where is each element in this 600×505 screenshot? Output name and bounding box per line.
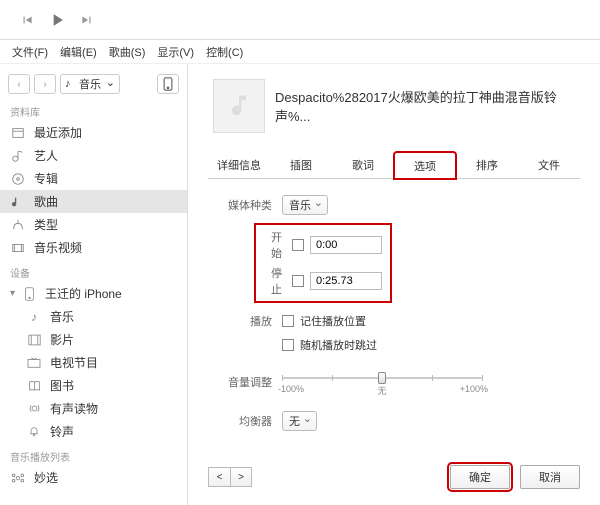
start-checkbox[interactable] xyxy=(292,239,304,251)
stop-checkbox[interactable] xyxy=(292,275,304,287)
sidebar-item-dev-movies[interactable]: 影片 xyxy=(0,328,187,351)
nav-back-button[interactable]: ‹ xyxy=(8,74,30,94)
sidebar-item-recent[interactable]: 最近添加 xyxy=(0,121,187,144)
skip-shuffle-label: 随机播放时跳过 xyxy=(300,337,377,353)
sidebar-item-dev-music[interactable]: ♪ 音乐 xyxy=(0,305,187,328)
tab-lyrics[interactable]: 歌词 xyxy=(332,151,394,178)
next-song-button[interactable]: > xyxy=(230,467,252,487)
sidebar-label: 妙选 xyxy=(34,469,58,486)
sidebar-item-dev-audiobooks[interactable]: 有声读物 xyxy=(0,397,187,420)
sidebar-item-artists[interactable]: 艺人 xyxy=(0,144,187,167)
sidebar-label: 电视节目 xyxy=(50,354,98,371)
tab-options[interactable]: 选项 xyxy=(394,152,456,179)
tab-sorting[interactable]: 排序 xyxy=(456,151,518,178)
volume-slider[interactable]: -100% 无 +100% xyxy=(282,367,482,397)
sidebar-label: 有声读物 xyxy=(50,400,98,417)
music-icon: ♪ xyxy=(26,309,42,325)
sidebar-item-device[interactable]: ▾ 王迁的 iPhone xyxy=(0,282,187,305)
sidebar-label: 类型 xyxy=(34,216,58,233)
play-button[interactable] xyxy=(45,8,69,32)
tab-artwork[interactable]: 插图 xyxy=(270,151,332,178)
group-library: 资料库 xyxy=(0,98,187,121)
musicvideo-icon xyxy=(10,240,26,256)
ok-button[interactable]: 确定 xyxy=(450,465,510,489)
genres-icon xyxy=(10,217,26,233)
sidebar-label: 歌曲 xyxy=(34,193,58,210)
sidebar-label: 王迁的 iPhone xyxy=(45,285,122,302)
remember-position-checkbox[interactable] xyxy=(282,315,294,327)
phone-icon xyxy=(21,286,37,302)
artist-icon xyxy=(10,148,26,164)
sidebar-label: 艺人 xyxy=(34,147,58,164)
menu-songs[interactable]: 歌曲(S) xyxy=(105,42,150,62)
sidebar-item-dev-ringtones[interactable]: 铃声 xyxy=(0,420,187,443)
group-playlists: 音乐播放列表 xyxy=(0,443,187,466)
label-stop: 停止 xyxy=(264,265,292,297)
sidebar-label: 音乐视频 xyxy=(34,239,82,256)
media-kind-select[interactable]: 音乐 xyxy=(282,195,328,215)
skip-shuffle-checkbox[interactable] xyxy=(282,339,294,351)
group-devices: 设备 xyxy=(0,259,187,282)
sidebar-item-songs[interactable]: 歌曲 xyxy=(0,190,187,213)
tab-info[interactable]: 详细信息 xyxy=(208,151,270,178)
stop-time-input[interactable] xyxy=(310,272,382,290)
sidebar-item-dev-books[interactable]: 图书 xyxy=(0,374,187,397)
sidebar-label: 音乐 xyxy=(50,308,74,325)
book-icon xyxy=(26,378,42,394)
tv-icon xyxy=(26,355,42,371)
audiobook-icon xyxy=(26,401,42,417)
label-media-kind: 媒体种类 xyxy=(208,197,282,213)
bell-icon xyxy=(26,424,42,440)
label-playback: 播放 xyxy=(208,313,282,329)
tab-bar: 详细信息 插图 歌词 选项 排序 文件 xyxy=(208,151,580,179)
equalizer-select[interactable]: 无 xyxy=(282,411,317,431)
label-volume: 音量调整 xyxy=(208,374,282,390)
song-info-dialog: Despacito%282017火爆欧美的拉丁神曲混音版铃声%... 详细信息 … xyxy=(188,64,600,505)
sidebar-label: 图书 xyxy=(50,377,74,394)
menu-control[interactable]: 控制(C) xyxy=(202,42,247,62)
disclosure-icon[interactable]: ▾ xyxy=(10,288,15,299)
remember-position-label: 记住播放位置 xyxy=(300,313,366,329)
recent-icon xyxy=(10,125,26,141)
library-selector[interactable]: 音乐 xyxy=(60,74,120,94)
prev-track-button[interactable] xyxy=(15,8,39,32)
sidebar-item-musicvideos[interactable]: 音乐视频 xyxy=(0,236,187,259)
sidebar-item-dev-tv[interactable]: 电视节目 xyxy=(0,351,187,374)
next-track-button[interactable] xyxy=(75,8,99,32)
menu-edit[interactable]: 编辑(E) xyxy=(56,42,101,62)
album-icon xyxy=(10,171,26,187)
sidebar-item-genius[interactable]: 妙选 xyxy=(0,466,187,489)
sidebar-label: 专辑 xyxy=(34,170,58,187)
song-title: Despacito%282017火爆欧美的拉丁神曲混音版铃声%... xyxy=(275,87,580,125)
menu-view[interactable]: 显示(V) xyxy=(153,42,198,62)
label-start: 开始 xyxy=(264,229,292,261)
sidebar-label: 影片 xyxy=(50,331,74,348)
slider-min-label: -100% xyxy=(278,384,304,394)
prev-next-pager: < > xyxy=(208,467,252,487)
movie-icon xyxy=(26,332,42,348)
genius-icon xyxy=(10,470,26,486)
cancel-button[interactable]: 取消 xyxy=(520,465,580,489)
menu-file[interactable]: 文件(F) xyxy=(8,42,52,62)
album-art-placeholder xyxy=(213,79,265,133)
time-range-highlight: 开始 停止 xyxy=(254,223,392,303)
slider-mid-label: 无 xyxy=(377,384,386,397)
device-selector-button[interactable] xyxy=(157,74,179,94)
sidebar: ‹ › 音乐 资料库 最近添加 艺人 专辑 歌曲 类型 音乐视频 设备 ▾ 王迁的… xyxy=(0,64,188,505)
start-time-input[interactable] xyxy=(310,236,382,254)
sidebar-item-genres[interactable]: 类型 xyxy=(0,213,187,236)
label-equalizer: 均衡器 xyxy=(208,413,282,429)
songs-icon xyxy=(10,194,26,210)
slider-max-label: +100% xyxy=(460,384,488,394)
tab-file[interactable]: 文件 xyxy=(518,151,580,178)
sidebar-label: 铃声 xyxy=(50,423,74,440)
prev-song-button[interactable]: < xyxy=(208,467,230,487)
nav-fwd-button[interactable]: › xyxy=(34,74,56,94)
sidebar-item-albums[interactable]: 专辑 xyxy=(0,167,187,190)
sidebar-label: 最近添加 xyxy=(34,124,82,141)
slider-thumb[interactable] xyxy=(378,372,386,384)
